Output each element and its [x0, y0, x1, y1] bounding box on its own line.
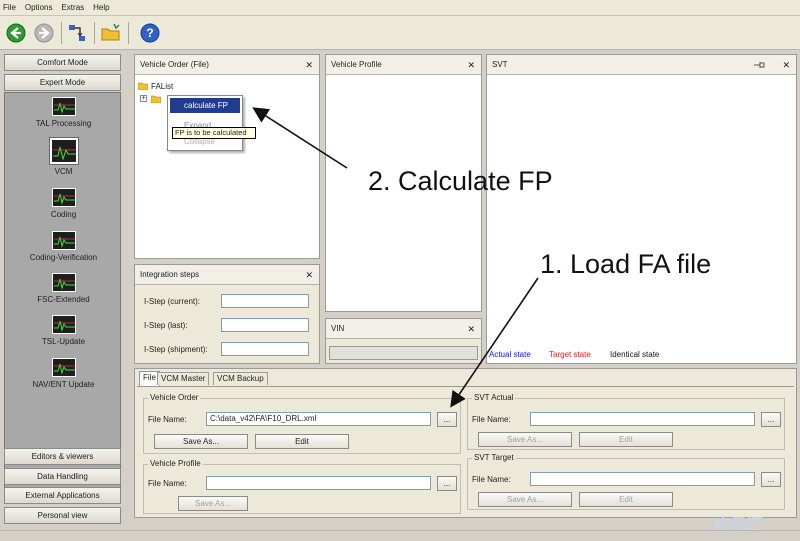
annotation-arrows: [252, 107, 539, 408]
status-bar: [0, 530, 800, 541]
arrow-step-2: [252, 107, 348, 169]
arrow-step-1: [450, 277, 539, 408]
